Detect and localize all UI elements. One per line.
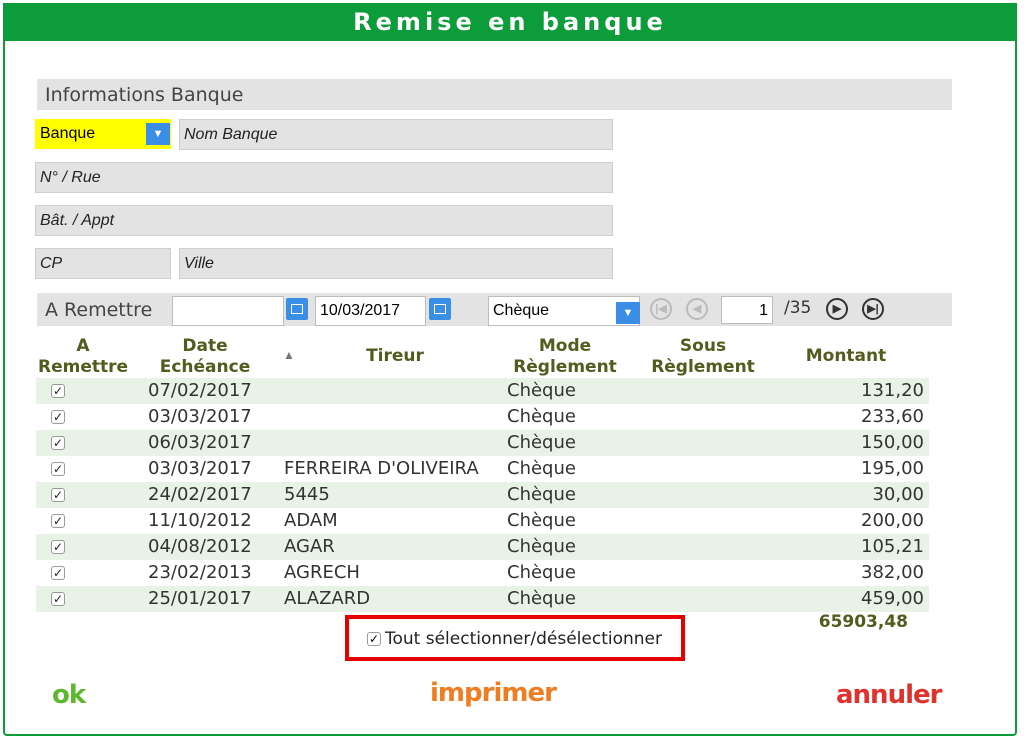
row-checkbox[interactable]: ✓ bbox=[51, 462, 65, 476]
table-row[interactable]: ✓ 03/03/2017 FERREIRA D'OLIVEIRA Chèque … bbox=[36, 456, 929, 482]
row-tireur: ALAZARD bbox=[284, 588, 371, 609]
row-mode: Chèque bbox=[507, 380, 576, 401]
select-all-label[interactable]: Tout sélectionner/désélectionner bbox=[385, 629, 662, 649]
row-checkbox[interactable]: ✓ bbox=[51, 488, 65, 502]
remettre-section-title: A Remettre bbox=[45, 299, 153, 321]
ville-field[interactable]: Ville bbox=[179, 248, 613, 279]
row-mode: Chèque bbox=[507, 458, 576, 479]
row-date: 04/08/2012 bbox=[148, 536, 252, 557]
print-button[interactable]: imprimer bbox=[430, 678, 557, 708]
cancel-button[interactable]: annuler bbox=[836, 680, 942, 710]
calendar-icon[interactable] bbox=[286, 298, 308, 320]
row-mode: Chèque bbox=[507, 510, 576, 531]
row-mode: Chèque bbox=[507, 484, 576, 505]
date-from-input[interactable] bbox=[172, 296, 284, 326]
row-mode: Chèque bbox=[507, 588, 576, 609]
table-row[interactable]: ✓ 11/10/2012 ADAM Chèque 200,00 bbox=[36, 508, 929, 534]
bank-section-title: Informations Banque bbox=[45, 84, 244, 106]
sort-arrow-icon[interactable]: ▲ bbox=[283, 348, 295, 362]
table-row[interactable]: ✓ 03/03/2017 Chèque 233,60 bbox=[36, 404, 929, 430]
row-date: 06/03/2017 bbox=[148, 432, 252, 453]
bat-field[interactable]: Bât. / Appt bbox=[35, 205, 613, 236]
row-checkbox[interactable]: ✓ bbox=[51, 514, 65, 528]
header-date[interactable]: Date Echéance bbox=[150, 336, 260, 378]
row-checkbox[interactable]: ✓ bbox=[51, 540, 65, 554]
row-montant: 131,20 bbox=[861, 380, 924, 401]
ok-button[interactable]: ok bbox=[52, 680, 86, 710]
row-montant: 382,00 bbox=[861, 562, 924, 583]
row-checkbox[interactable]: ✓ bbox=[51, 566, 65, 580]
row-tireur: 5445 bbox=[284, 484, 330, 505]
page-total: /35 bbox=[784, 298, 812, 318]
nom-banque-field[interactable]: Nom Banque bbox=[179, 119, 613, 150]
header-a-remettre[interactable]: A Remettre bbox=[36, 336, 130, 378]
row-date: 11/10/2012 bbox=[148, 510, 252, 531]
header-mode[interactable]: Mode Règlement bbox=[505, 336, 625, 378]
table-row[interactable]: ✓ 07/02/2017 Chèque 131,20 bbox=[36, 378, 929, 404]
row-date: 25/01/2017 bbox=[148, 588, 252, 609]
table-row[interactable]: ✓ 04/08/2012 AGAR Chèque 105,21 bbox=[36, 534, 929, 560]
row-date: 07/02/2017 bbox=[148, 380, 252, 401]
total-amount: 65903,48 bbox=[818, 612, 908, 632]
row-tireur: FERREIRA D'OLIVEIRA bbox=[284, 458, 479, 479]
header-sous[interactable]: Sous Règlement bbox=[645, 336, 761, 378]
row-mode: Chèque bbox=[507, 406, 576, 427]
row-mode: Chèque bbox=[507, 536, 576, 557]
table-row[interactable]: ✓ 25/01/2017 ALAZARD Chèque 459,00 bbox=[36, 586, 929, 612]
table-row[interactable]: ✓ 24/02/2017 5445 Chèque 30,00 bbox=[36, 482, 929, 508]
table-row[interactable]: ✓ 23/02/2013 AGRECH Chèque 382,00 bbox=[36, 560, 929, 586]
row-montant: 195,00 bbox=[861, 458, 924, 479]
cp-field[interactable]: CP bbox=[35, 248, 171, 279]
row-date: 03/03/2017 bbox=[148, 406, 252, 427]
first-page-icon[interactable]: |◀ bbox=[650, 298, 672, 320]
row-date: 23/02/2013 bbox=[148, 562, 252, 583]
row-date: 24/02/2017 bbox=[148, 484, 252, 505]
calendar-icon[interactable] bbox=[429, 298, 451, 320]
header-tireur[interactable]: Tireur bbox=[340, 346, 450, 367]
row-checkbox[interactable]: ✓ bbox=[51, 592, 65, 606]
select-all-control[interactable]: ✓ Tout sélectionner/désélectionner bbox=[345, 615, 685, 661]
row-date: 03/03/2017 bbox=[148, 458, 252, 479]
row-montant: 233,60 bbox=[861, 406, 924, 427]
row-montant: 30,00 bbox=[872, 484, 924, 505]
row-montant: 105,21 bbox=[861, 536, 924, 557]
window-title: Remise en banque bbox=[3, 3, 1017, 41]
row-checkbox[interactable]: ✓ bbox=[51, 384, 65, 398]
chevron-down-icon[interactable]: ▼ bbox=[146, 123, 170, 145]
table-row[interactable]: ✓ 06/03/2017 Chèque 150,00 bbox=[36, 430, 929, 456]
row-montant: 150,00 bbox=[861, 432, 924, 453]
next-page-icon[interactable]: ▶ bbox=[826, 298, 848, 320]
select-all-checkbox[interactable]: ✓ bbox=[367, 632, 381, 646]
prev-page-icon[interactable]: ◀ bbox=[686, 298, 708, 320]
row-tireur: AGRECH bbox=[284, 562, 360, 583]
date-to-input[interactable]: 10/03/2017 bbox=[315, 296, 426, 326]
row-montant: 459,00 bbox=[861, 588, 924, 609]
row-mode: Chèque bbox=[507, 432, 576, 453]
header-montant[interactable]: Montant bbox=[796, 346, 896, 367]
row-tireur: AGAR bbox=[284, 536, 335, 557]
row-mode: Chèque bbox=[507, 562, 576, 583]
rue-field[interactable]: N° / Rue bbox=[35, 162, 613, 193]
page-input[interactable]: 1 bbox=[721, 296, 773, 324]
row-montant: 200,00 bbox=[861, 510, 924, 531]
row-checkbox[interactable]: ✓ bbox=[51, 410, 65, 424]
last-page-icon[interactable]: ▶| bbox=[862, 298, 884, 320]
row-checkbox[interactable]: ✓ bbox=[51, 436, 65, 450]
row-tireur: ADAM bbox=[284, 510, 338, 531]
chevron-down-icon[interactable]: ▼ bbox=[616, 302, 640, 324]
